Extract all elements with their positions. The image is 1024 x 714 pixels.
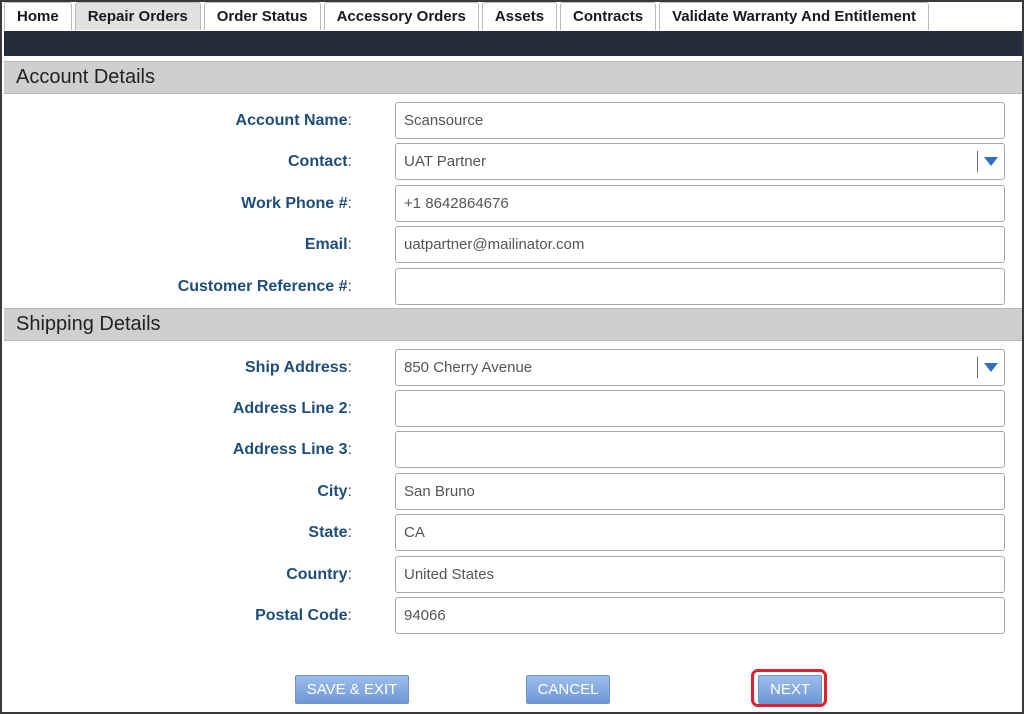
email-label-text: Email (304, 236, 348, 253)
tab-order-status[interactable]: Order Status (203, 2, 321, 30)
account-name-label: Account Name: (235, 112, 352, 129)
work-phone-label: Work Phone #: (241, 195, 352, 212)
ship-address-label: Ship Address: (245, 359, 352, 376)
contact-label-text: Contact (287, 153, 348, 170)
customer-reference-label: Customer Reference #: (177, 278, 352, 295)
postal-code-label-text: Postal Code (255, 607, 348, 624)
cancel-button[interactable]: CANCEL (526, 675, 610, 704)
address-line3-input[interactable] (395, 431, 1005, 468)
account-name-input[interactable] (395, 102, 1005, 139)
customer-reference-input[interactable] (395, 268, 1005, 305)
account-name-label-text: Account Name (235, 112, 348, 129)
city-label: City: (317, 483, 352, 500)
header-bar (4, 31, 1022, 56)
tab-home[interactable]: Home (4, 2, 72, 30)
address-line3-label-text: Address Line 3 (232, 441, 348, 458)
address-line2-input[interactable] (395, 390, 1005, 427)
work-phone-input[interactable] (395, 185, 1005, 222)
work-phone-label-text: Work Phone # (241, 195, 348, 212)
address-line2-label-text: Address Line 2 (232, 400, 348, 417)
ship-address-dropdown-separator (977, 357, 978, 378)
address-line2-label: Address Line 2: (232, 400, 352, 417)
save-exit-button[interactable]: SAVE & EXIT (295, 675, 409, 704)
address-line3-label: Address Line 3: (232, 441, 352, 458)
city-input[interactable] (395, 473, 1005, 510)
state-label-text: State (308, 524, 348, 541)
ship-address-select[interactable]: 850 Cherry Avenue (395, 349, 1005, 386)
tab-assets[interactable]: Assets (481, 2, 558, 30)
contact-select-value: UAT Partner (404, 153, 486, 170)
country-input[interactable] (395, 556, 1005, 593)
postal-code-input[interactable] (395, 597, 1005, 634)
state-label: State: (308, 524, 352, 541)
contact-dropdown-separator (977, 151, 978, 172)
email-input[interactable] (395, 226, 1005, 263)
next-button[interactable]: NEXT (758, 675, 822, 704)
ship-address-select-value: 850 Cherry Avenue (404, 359, 533, 376)
chevron-down-icon[interactable] (984, 363, 998, 372)
section-header-shipping: Shipping Details (4, 308, 1022, 341)
section-header-account: Account Details (4, 61, 1022, 94)
customer-reference-label-text: Customer Reference # (177, 278, 348, 295)
ship-address-label-text: Ship Address (245, 359, 348, 376)
tab-contracts[interactable]: Contracts (560, 2, 657, 30)
tab-validate-warranty[interactable]: Validate Warranty And Entitlement (659, 2, 929, 30)
city-label-text: City (317, 483, 348, 500)
postal-code-label: Postal Code: (255, 607, 352, 624)
country-label: Country: (286, 566, 352, 583)
state-input[interactable] (395, 514, 1005, 551)
tab-repair-orders[interactable]: Repair Orders (74, 2, 201, 30)
top-tab-bar: Home Repair Orders Order Status Accessor… (4, 2, 932, 31)
contact-label: Contact: (287, 153, 352, 170)
contact-select[interactable]: UAT Partner (395, 143, 1005, 180)
chevron-down-icon[interactable] (984, 157, 998, 166)
tab-accessory-orders[interactable]: Accessory Orders (323, 2, 479, 30)
country-label-text: Country (286, 566, 348, 583)
email-label: Email: (304, 236, 352, 253)
